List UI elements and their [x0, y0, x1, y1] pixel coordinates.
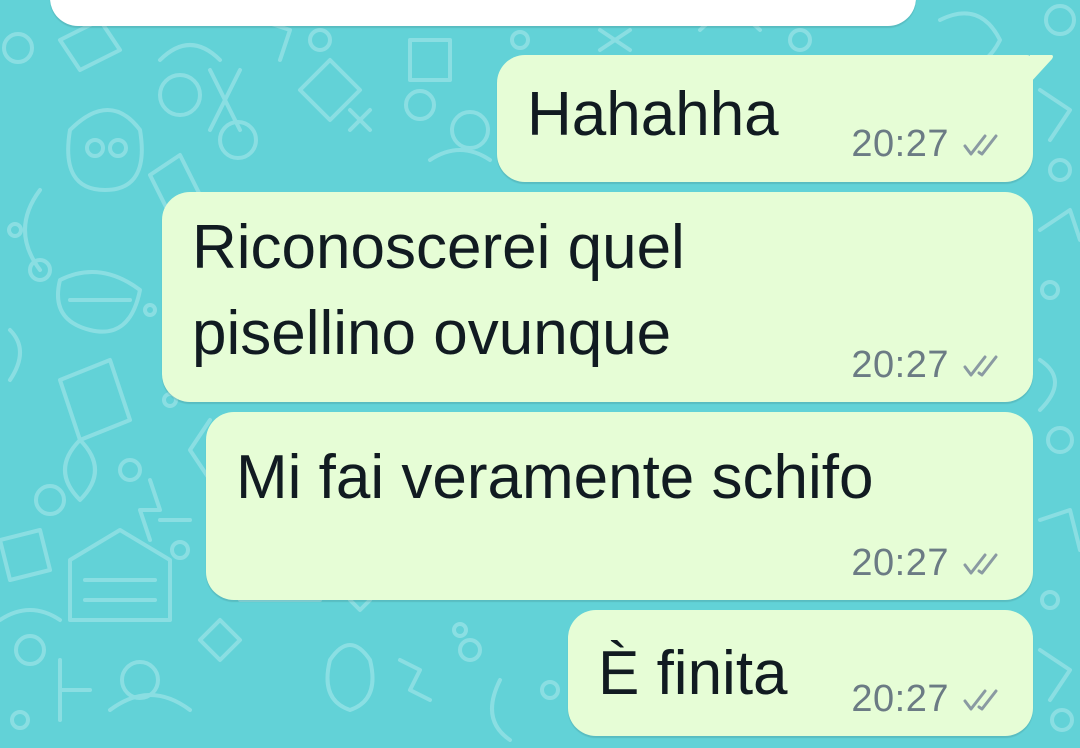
- message-text-line-1: Riconoscerei quel: [192, 213, 685, 282]
- message-text: È finita: [598, 639, 788, 708]
- outgoing-message[interactable]: Riconoscerei quel pisellino ovunque 20:2…: [162, 192, 1033, 402]
- message-time: 20:27: [851, 678, 949, 720]
- message-text: Hahahha: [527, 80, 779, 149]
- previous-message-time: 20:27: [746, 0, 866, 8]
- message-meta: 20:27: [851, 542, 1005, 585]
- outgoing-message[interactable]: Hahahha 20:27: [497, 55, 1033, 182]
- message-time: 20:27: [851, 344, 949, 386]
- message-text: Mi fai veramente schifo: [236, 443, 874, 512]
- message-text-line-2: pisellino ovunque: [192, 299, 672, 368]
- outgoing-message[interactable]: Mi fai veramente schifo 20:27: [206, 412, 1033, 600]
- read-icon: [963, 355, 998, 376]
- previous-message-bubble[interactable]: 20:27: [50, 0, 916, 26]
- message-time: 20:27: [851, 123, 949, 165]
- message-time: 20:27: [851, 542, 949, 584]
- outgoing-message[interactable]: È finita 20:27: [568, 610, 1033, 736]
- read-icon: [963, 689, 998, 710]
- read-icon: [963, 553, 998, 574]
- message-meta: 20:27: [851, 678, 1005, 721]
- message-meta: 20:27: [851, 123, 1005, 166]
- read-icon: [963, 134, 998, 155]
- bubble-tail: [1030, 55, 1053, 83]
- message-meta: 20:27: [851, 344, 1005, 387]
